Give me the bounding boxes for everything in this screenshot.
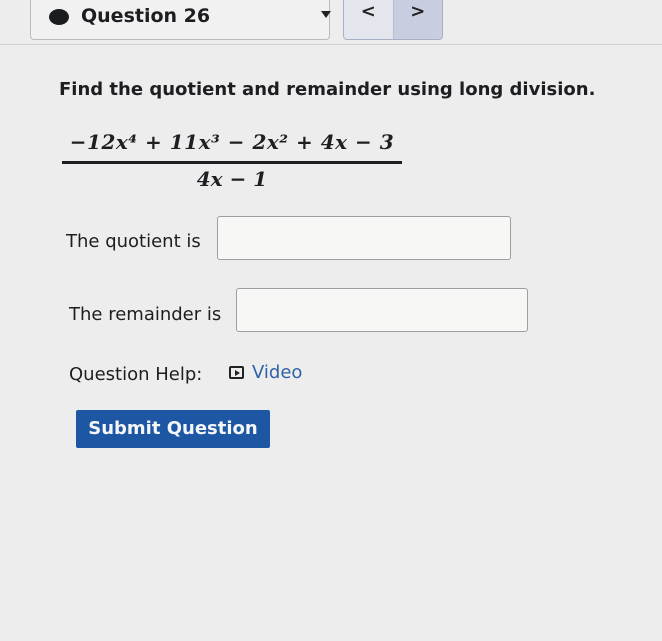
header-divider [0, 44, 662, 45]
question-nav-bar: Question 26 < > [0, 0, 662, 44]
next-question-button[interactable]: > [393, 0, 442, 39]
quotient-label: The quotient is [66, 231, 201, 252]
video-link-label: Video [252, 362, 303, 383]
submit-question-button[interactable]: Submit Question [76, 410, 270, 448]
question-title: Question 26 [81, 5, 211, 27]
video-play-icon [229, 366, 244, 379]
remainder-label: The remainder is [69, 304, 222, 325]
question-help-label: Question Help: [69, 364, 203, 385]
division-expression: −12x⁴ + 11x³ − 2x² + 4x − 3 4x − 1 [62, 130, 402, 196]
remainder-input[interactable] [236, 288, 528, 332]
question-pager: < > [343, 0, 443, 40]
video-help-link[interactable]: Video [229, 362, 302, 383]
numerator: −12x⁴ + 11x³ − 2x² + 4x − 3 [69, 130, 395, 154]
fraction-bar [62, 161, 402, 164]
question-selector[interactable]: Question 26 [30, 0, 331, 40]
status-dot-icon [49, 9, 69, 25]
question-prompt: Find the quotient and remainder using lo… [59, 79, 596, 100]
previous-question-button[interactable]: < [344, 0, 394, 39]
quotient-input[interactable] [217, 216, 511, 260]
chevron-down-icon[interactable] [321, 11, 331, 18]
denominator: 4x − 1 [196, 167, 268, 191]
